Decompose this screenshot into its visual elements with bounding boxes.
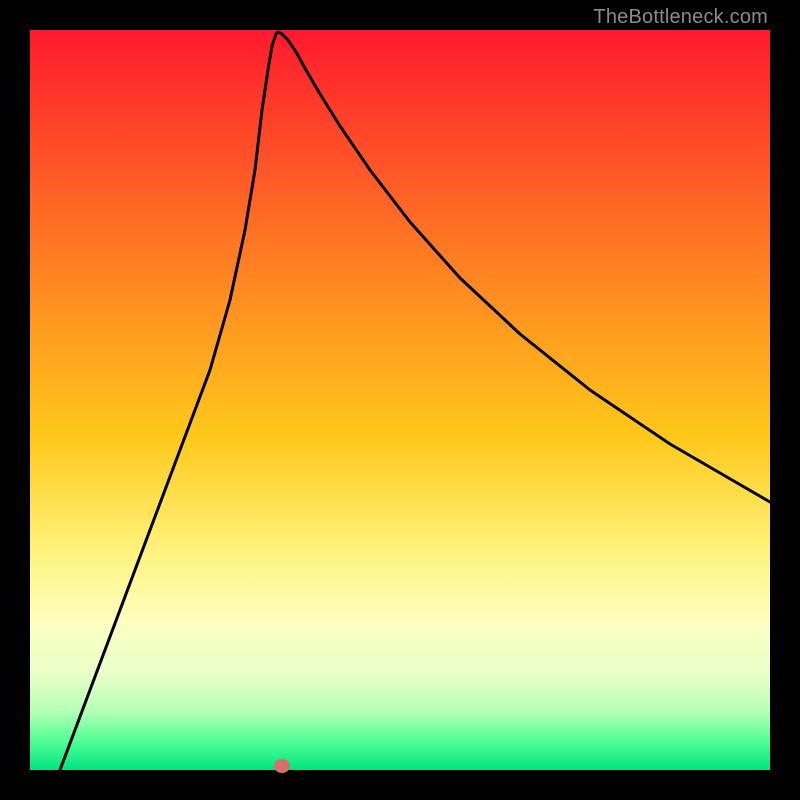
plot-area — [30, 30, 770, 770]
optimal-point-marker — [274, 759, 290, 773]
chart-frame: TheBottleneck.com — [0, 0, 800, 800]
watermark-text: TheBottleneck.com — [593, 6, 768, 29]
bottleneck-curve — [30, 30, 770, 770]
curve-path — [60, 32, 770, 770]
